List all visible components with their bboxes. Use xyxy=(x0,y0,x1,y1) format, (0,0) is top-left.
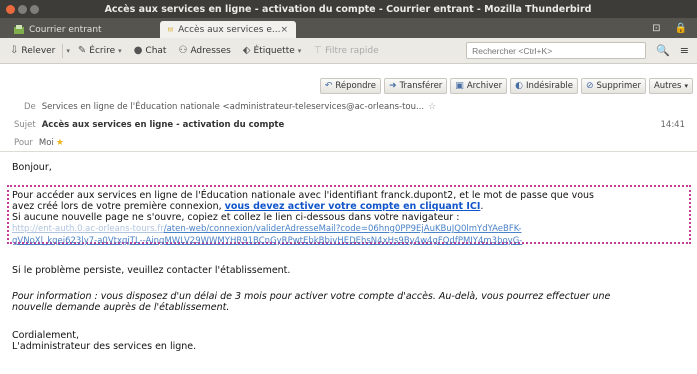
tab-list-icon[interactable]: ⊡ xyxy=(652,23,660,34)
url-continuation[interactable]: gVNoXl_kqei623ly7-a0VtxgjTL--AingMWLV29W… xyxy=(12,236,522,246)
address-book-button[interactable]: ⚇ Adresses xyxy=(172,41,236,61)
get-messages-label: Relever xyxy=(21,45,56,56)
paragraph-activation: Pour accéder aux services en ligne de l'… xyxy=(12,190,687,247)
maximize-window-button[interactable] xyxy=(30,4,39,14)
get-messages-button[interactable]: ⇩ Relever xyxy=(4,41,61,61)
paragraph-contact: Si le problème persiste, veuillez contac… xyxy=(12,265,291,276)
tab-message-label: Accès aux services e... xyxy=(178,24,281,35)
activation-link[interactable]: vous devez activer votre compte en cliqu… xyxy=(225,201,481,212)
information-line-2: nouvelle demande auprès de l'établisseme… xyxy=(12,302,230,313)
reply-label: Répondre xyxy=(335,81,377,91)
signature-line-2: L'administrateur des services en ligne. xyxy=(12,341,197,352)
url-visible-part[interactable]: /aten-web/connexion/validerAdresseMail?c… xyxy=(164,224,522,234)
header-to-row: Pour Moi ★ xyxy=(0,135,697,151)
from-label: De xyxy=(24,102,36,112)
search-input[interactable] xyxy=(466,42,647,59)
chevron-down-icon: ▾ xyxy=(297,46,302,55)
chat-bubble-icon: ● xyxy=(133,45,143,56)
archive-icon: ▣ xyxy=(455,81,464,91)
tag-button[interactable]: ⬖ Étiquette ▾ xyxy=(237,41,307,61)
menu-icon[interactable]: ≡ xyxy=(680,44,689,57)
header-divider xyxy=(0,151,697,152)
forward-button[interactable]: ➜ Transférer xyxy=(384,78,448,94)
paragraph-information: Pour information : vous disposez d'un dé… xyxy=(12,291,692,313)
write-label: Écrire xyxy=(89,45,116,56)
reply-icon: ↶ xyxy=(324,81,333,91)
filter-icon: ⊤ xyxy=(313,45,322,56)
get-messages-dropdown-icon[interactable]: ▾ xyxy=(64,47,72,55)
junk-button[interactable]: ◐ Indésirable xyxy=(510,78,578,94)
envelope-icon xyxy=(168,27,174,32)
paragraph-line-2-text: avez créé lors de votre première connexi… xyxy=(12,201,222,212)
reply-button[interactable]: ↶ Répondre xyxy=(319,78,382,94)
greeting: Bonjour, xyxy=(12,162,52,173)
forward-icon: ➜ xyxy=(389,81,397,91)
chat-button[interactable]: ● Chat xyxy=(128,41,173,61)
search-icon[interactable]: 🔍 xyxy=(656,44,670,57)
toolbar-separator xyxy=(62,43,64,58)
inbox-icon xyxy=(14,25,24,34)
chevron-down-icon: ▾ xyxy=(684,82,688,90)
paragraph-line-2-end: . xyxy=(480,201,484,212)
url-line-2: gVNoXl_kqei623ly7-a0VtxgjTL--AingMWLV29W… xyxy=(12,235,687,247)
paragraph-line-1: Pour accéder aux services en ligne de l'… xyxy=(12,190,595,201)
signature-line-1: Cordialement, xyxy=(12,330,80,341)
tabbar-right-icons: ⊡ 🔒 xyxy=(652,18,697,38)
archive-button[interactable]: ▣ Archiver xyxy=(450,78,508,94)
tag-label: Étiquette xyxy=(253,45,295,56)
address-book-icon: ⚇ xyxy=(178,45,188,56)
delete-icon: ⊘ xyxy=(585,81,594,91)
delete-button[interactable]: ⊘ Supprimer xyxy=(580,78,646,94)
to-value[interactable]: Moi xyxy=(39,138,54,148)
window-titlebar: Accès aux services en ligne - activation… xyxy=(0,0,697,18)
paragraph-line-3: Si aucune nouvelle page ne s'ouvre, copi… xyxy=(12,212,460,223)
address-book-label: Adresses xyxy=(190,45,231,56)
window-title: Accès aux services en ligne - activation… xyxy=(104,3,592,15)
url-blurred-part[interactable]: http://ent-auth.0.ac-orleans-tours.fr xyxy=(12,224,164,234)
pencil-icon: ✎ xyxy=(77,45,87,56)
to-label: Pour xyxy=(14,138,33,148)
download-icon: ⇩ xyxy=(10,45,19,56)
message-time: 14:41 xyxy=(660,120,686,130)
subject-label: Sujet xyxy=(14,120,36,130)
close-tab-icon[interactable]: × xyxy=(280,25,288,35)
write-button[interactable]: ✎ Écrire ▾ xyxy=(72,41,128,61)
chevron-down-icon: ▾ xyxy=(118,46,122,55)
more-button[interactable]: Autres ▾ xyxy=(648,78,693,94)
junk-icon: ◐ xyxy=(515,81,523,91)
tab-inbox-label: Courrier entrant xyxy=(29,24,102,35)
close-window-button[interactable] xyxy=(6,4,15,14)
junk-label: Indésirable xyxy=(525,81,573,91)
star-icon[interactable]: ★ xyxy=(56,138,64,148)
subject-value: Accès aux services en ligne - activation… xyxy=(41,120,285,130)
tab-message[interactable]: Accès aux services e... × xyxy=(160,21,296,38)
window-controls xyxy=(6,4,39,14)
quick-filter-button[interactable]: ⊤ Filtre rapide xyxy=(307,41,384,61)
from-address[interactable]: Services en ligne de l'Éducation nationa… xyxy=(42,102,424,112)
minimize-window-button[interactable] xyxy=(18,4,27,14)
main-toolbar: ⇩ Relever ▾ ✎ Écrire ▾ ● Chat ⚇ Adresses… xyxy=(0,38,697,64)
lock-icon[interactable]: 🔒 xyxy=(675,23,687,34)
paragraph-line-2: avez créé lors de votre première connexi… xyxy=(12,201,687,212)
tab-bar: Courrier entrant Accès aux services e...… xyxy=(0,18,697,38)
tag-icon: ⬖ xyxy=(242,45,251,56)
more-label: Autres xyxy=(653,81,682,91)
star-outline-icon[interactable]: ☆ xyxy=(428,102,436,112)
information-line-1: Pour information : vous disposez d'un dé… xyxy=(12,291,611,302)
header-from-row: De Services en ligne de l'Éducation nati… xyxy=(0,99,697,115)
signature: Cordialement, L'administrateur des servi… xyxy=(12,330,196,352)
header-subject-row: Sujet Accès aux services en ligne - acti… xyxy=(0,117,697,133)
chat-label: Chat xyxy=(145,45,167,56)
url-line-1: http://ent-auth.0.ac-orleans-tours.fr/at… xyxy=(12,223,687,235)
delete-label: Supprimer xyxy=(596,81,641,91)
quick-filter-label: Filtre rapide xyxy=(325,45,379,56)
forward-label: Transférer xyxy=(399,81,443,91)
tab-inbox[interactable]: Courrier entrant xyxy=(6,21,156,38)
message-action-bar: ↶ Répondre ➜ Transférer ▣ Archiver ◐ Ind… xyxy=(0,78,697,96)
toolbar-right-icons: 🔍 ≡ xyxy=(646,44,697,57)
archive-label: Archiver xyxy=(466,81,503,91)
